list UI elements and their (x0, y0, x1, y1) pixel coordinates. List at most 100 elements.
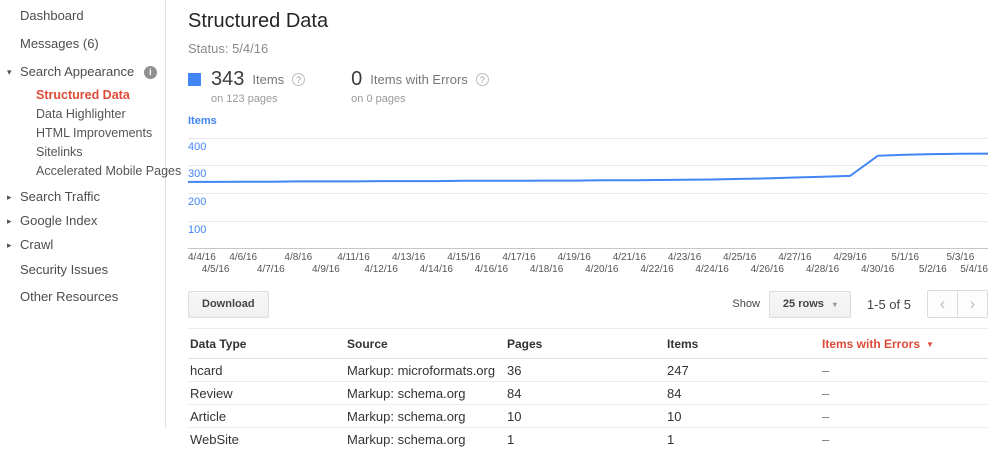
cell-source: Markup: schema.org (345, 428, 505, 450)
col-header-data-type[interactable]: Data Type (188, 329, 345, 359)
next-page-button[interactable]: › (957, 290, 988, 318)
summary-section: 343 Items ? on 123 pages 0 Items with Er… (188, 68, 988, 105)
x-axis-tick-label: 5/1/16 (891, 252, 919, 263)
sidebar-item-security-issues[interactable]: Security Issues (0, 257, 165, 283)
chart-y-axis-title: Items (188, 115, 988, 127)
items-count: 343 (211, 68, 244, 91)
cell-items-with-errors: – (820, 405, 988, 428)
col-header-pages[interactable]: Pages (505, 329, 665, 359)
status-text: Status: 5/4/16 (188, 41, 988, 56)
sidebar-item-accelerated-mobile-pages[interactable]: Accelerated Mobile Pages (0, 162, 165, 181)
col-header-items-with-errors[interactable]: Items with Errors ▼ (820, 329, 988, 359)
previous-page-button[interactable]: ‹ (927, 290, 958, 318)
cell-items: 84 (665, 382, 820, 405)
col-header-label: Items with Errors (822, 337, 920, 351)
cell-items-with-errors: – (820, 382, 988, 405)
sidebar-item-label: Sitelinks (36, 145, 83, 159)
chevron-down-icon: ▾ (7, 58, 12, 86)
sidebar: Dashboard Messages (6) ▾ Search Appearan… (0, 0, 166, 428)
table-row[interactable]: Article Markup: schema.org 10 10 – (188, 405, 988, 428)
errors-count-label: Items with Errors (370, 72, 468, 87)
sidebar-item-label: Messages (6) (20, 36, 99, 51)
cell-pages: 36 (505, 359, 665, 382)
sidebar-item-label: Dashboard (20, 8, 84, 23)
cell-data-type: WebSite (188, 428, 345, 450)
errors-summary: 0 Items with Errors ? on 0 pages (351, 68, 489, 105)
cell-source: Markup: schema.org (345, 382, 505, 405)
sidebar-item-sitelinks[interactable]: Sitelinks (0, 143, 165, 162)
rows-per-page-dropdown[interactable]: 25 rows ▾ (769, 291, 851, 318)
cell-items: 10 (665, 405, 820, 428)
cell-pages: 10 (505, 405, 665, 428)
col-header-items[interactable]: Items (665, 329, 820, 359)
help-icon[interactable]: ? (292, 73, 305, 86)
chevron-down-icon: ▾ (833, 300, 837, 309)
x-axis-tick-label: 4/16/16 (475, 264, 508, 275)
x-axis-tick-label: 4/27/16 (778, 252, 811, 263)
x-axis-tick-label: 4/6/16 (229, 252, 257, 263)
cell-items: 247 (665, 359, 820, 382)
chart-x-axis: 4/4/164/5/164/6/164/7/164/8/164/9/164/11… (188, 252, 988, 278)
structured-data-table: Data Type Source Pages Items Items with … (188, 328, 988, 450)
sidebar-item-label: Search Appearance (20, 64, 134, 79)
sidebar-item-data-highlighter[interactable]: Data Highlighter (0, 105, 165, 124)
sidebar-item-label: Structured Data (36, 88, 130, 102)
sidebar-item-structured-data[interactable]: Structured Data (0, 86, 165, 105)
table-row[interactable]: hcard Markup: microformats.org 36 247 – (188, 359, 988, 382)
x-axis-tick-label: 5/4/16 (960, 264, 988, 275)
sidebar-item-label: HTML Improvements (36, 126, 152, 140)
x-axis-tick-label: 4/11/16 (337, 252, 370, 263)
x-axis-tick-label: 4/8/16 (284, 252, 312, 263)
sidebar-item-crawl[interactable]: ▸ Crawl (0, 233, 165, 257)
x-axis-tick-label: 4/21/16 (613, 252, 646, 263)
x-axis-tick-label: 4/18/16 (530, 264, 563, 275)
items-count-label: Items (252, 72, 284, 87)
sidebar-item-search-traffic[interactable]: ▸ Search Traffic (0, 185, 165, 209)
show-label: Show (732, 298, 760, 310)
sidebar-item-google-index[interactable]: ▸ Google Index (0, 209, 165, 233)
x-axis-tick-label: 4/12/16 (364, 264, 397, 275)
chevron-left-icon: ‹ (940, 295, 946, 314)
x-axis-tick-label: 4/15/16 (447, 252, 480, 263)
chevron-right-icon: ▸ (7, 233, 12, 257)
sidebar-item-other-resources[interactable]: Other Resources (0, 283, 165, 311)
table-toolbar: Download Show 25 rows ▾ 1-5 of 5 ‹ › (188, 290, 988, 318)
x-axis-tick-label: 4/20/16 (585, 264, 618, 275)
cell-items: 1 (665, 428, 820, 450)
sidebar-item-dashboard[interactable]: Dashboard (0, 2, 165, 30)
cell-items-with-errors: – (820, 359, 988, 382)
cell-pages: 1 (505, 428, 665, 450)
pagination-range: 1-5 of 5 (867, 297, 911, 312)
chevron-right-icon: › (970, 295, 976, 314)
x-axis-tick-label: 4/14/16 (420, 264, 453, 275)
x-axis-tick-label: 4/25/16 (723, 252, 756, 263)
chevron-right-icon: ▸ (7, 209, 12, 233)
sidebar-item-label: Security Issues (20, 262, 108, 277)
help-icon[interactable]: ? (476, 73, 489, 86)
sidebar-item-label: Search Traffic (20, 189, 100, 204)
x-axis-tick-label: 4/23/16 (668, 252, 701, 263)
cell-data-type: hcard (188, 359, 345, 382)
cell-pages: 84 (505, 382, 665, 405)
sidebar-item-html-improvements[interactable]: HTML Improvements (0, 124, 165, 143)
cell-data-type: Review (188, 382, 345, 405)
cell-items-with-errors: – (820, 428, 988, 450)
sidebar-item-label: Data Highlighter (36, 107, 126, 121)
sidebar-item-search-appearance[interactable]: ▾ Search Appearance i (0, 58, 165, 86)
table-header-row: Data Type Source Pages Items Items with … (188, 329, 988, 359)
col-header-source[interactable]: Source (345, 329, 505, 359)
download-button[interactable]: Download (188, 291, 269, 318)
sidebar-item-label: Google Index (20, 213, 97, 228)
x-axis-tick-label: 4/5/16 (202, 264, 230, 275)
x-axis-tick-label: 4/19/16 (558, 252, 591, 263)
x-axis-tick-label: 4/28/16 (806, 264, 839, 275)
info-icon[interactable]: i (144, 66, 157, 79)
table-row[interactable]: WebSite Markup: schema.org 1 1 – (188, 428, 988, 450)
sort-desc-icon: ▼ (926, 340, 934, 349)
sidebar-item-messages[interactable]: Messages (6) (0, 30, 165, 58)
x-axis-tick-label: 4/4/16 (188, 252, 216, 263)
x-axis-tick-label: 4/7/16 (257, 264, 285, 275)
x-axis-tick-label: 4/17/16 (502, 252, 535, 263)
table-row[interactable]: Review Markup: schema.org 84 84 – (188, 382, 988, 405)
x-axis-tick-label: 4/13/16 (392, 252, 425, 263)
